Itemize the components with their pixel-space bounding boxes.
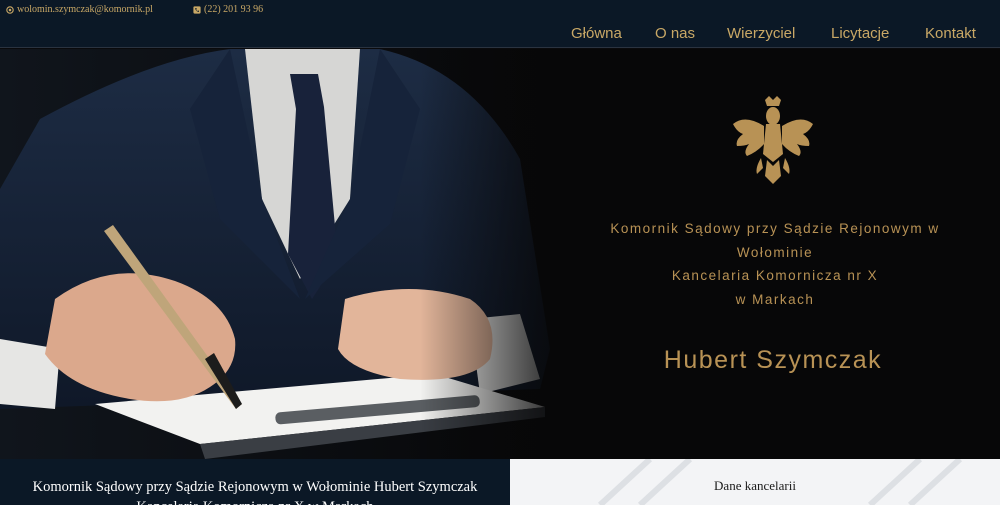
hero-office-description: Komornik Sądowy przy Sądzie Rejonowym w … [585, 217, 965, 311]
hero-section: Komornik Sądowy przy Sądzie Rejonowym w … [0, 49, 1000, 459]
email-link[interactable]: wolomin.szymczak@komornik.pl [17, 4, 153, 15]
hero-line-1: Komornik Sądowy przy Sądzie Rejonowym w [610, 221, 940, 236]
office-details-section: Dane kancelarii [510, 459, 1000, 505]
email-icon [6, 5, 14, 14]
office-details-title: Dane kancelarii [714, 478, 796, 493]
hero-line-2: Wołominie [736, 244, 814, 260]
polish-eagle-emblem [733, 96, 813, 184]
nav-item-licytacje[interactable]: Licytacje [831, 25, 889, 42]
footer-office-line-1: Komornik Sądowy przy Sądzie Rejonowym w … [32, 479, 478, 495]
phone-contact[interactable]: (22) 201 93 96 [193, 4, 263, 15]
hero-line-3: Kancelaria Komornicza nr X [671, 268, 879, 283]
hero-photo-fade [420, 49, 580, 459]
nav-item-wierzyciel[interactable]: Wierzyciel [727, 25, 795, 42]
nav-item-kontakt[interactable]: Kontakt [925, 25, 976, 42]
hero-bailiff-name: Hubert Szymczak [663, 346, 883, 374]
main-navigation: Główna O nas Wierzyciel Licytacje Kontak… [0, 20, 1000, 48]
hero-line-4: w Markach [735, 291, 815, 307]
phone-link[interactable]: (22) 201 93 96 [204, 4, 263, 15]
top-contact-bar: wolomin.szymczak@komornik.pl (22) 201 93… [0, 0, 1000, 20]
phone-icon [193, 5, 201, 14]
nav-item-glowna[interactable]: Główna [571, 25, 622, 42]
nav-item-o-nas[interactable]: O nas [655, 25, 695, 42]
email-contact[interactable]: wolomin.szymczak@komornik.pl [6, 4, 153, 15]
footer-office-line-2: Kancelaria Komornicza nr X w Markach [0, 497, 510, 505]
footer-office-info: Komornik Sądowy przy Sądzie Rejonowym w … [0, 459, 510, 505]
